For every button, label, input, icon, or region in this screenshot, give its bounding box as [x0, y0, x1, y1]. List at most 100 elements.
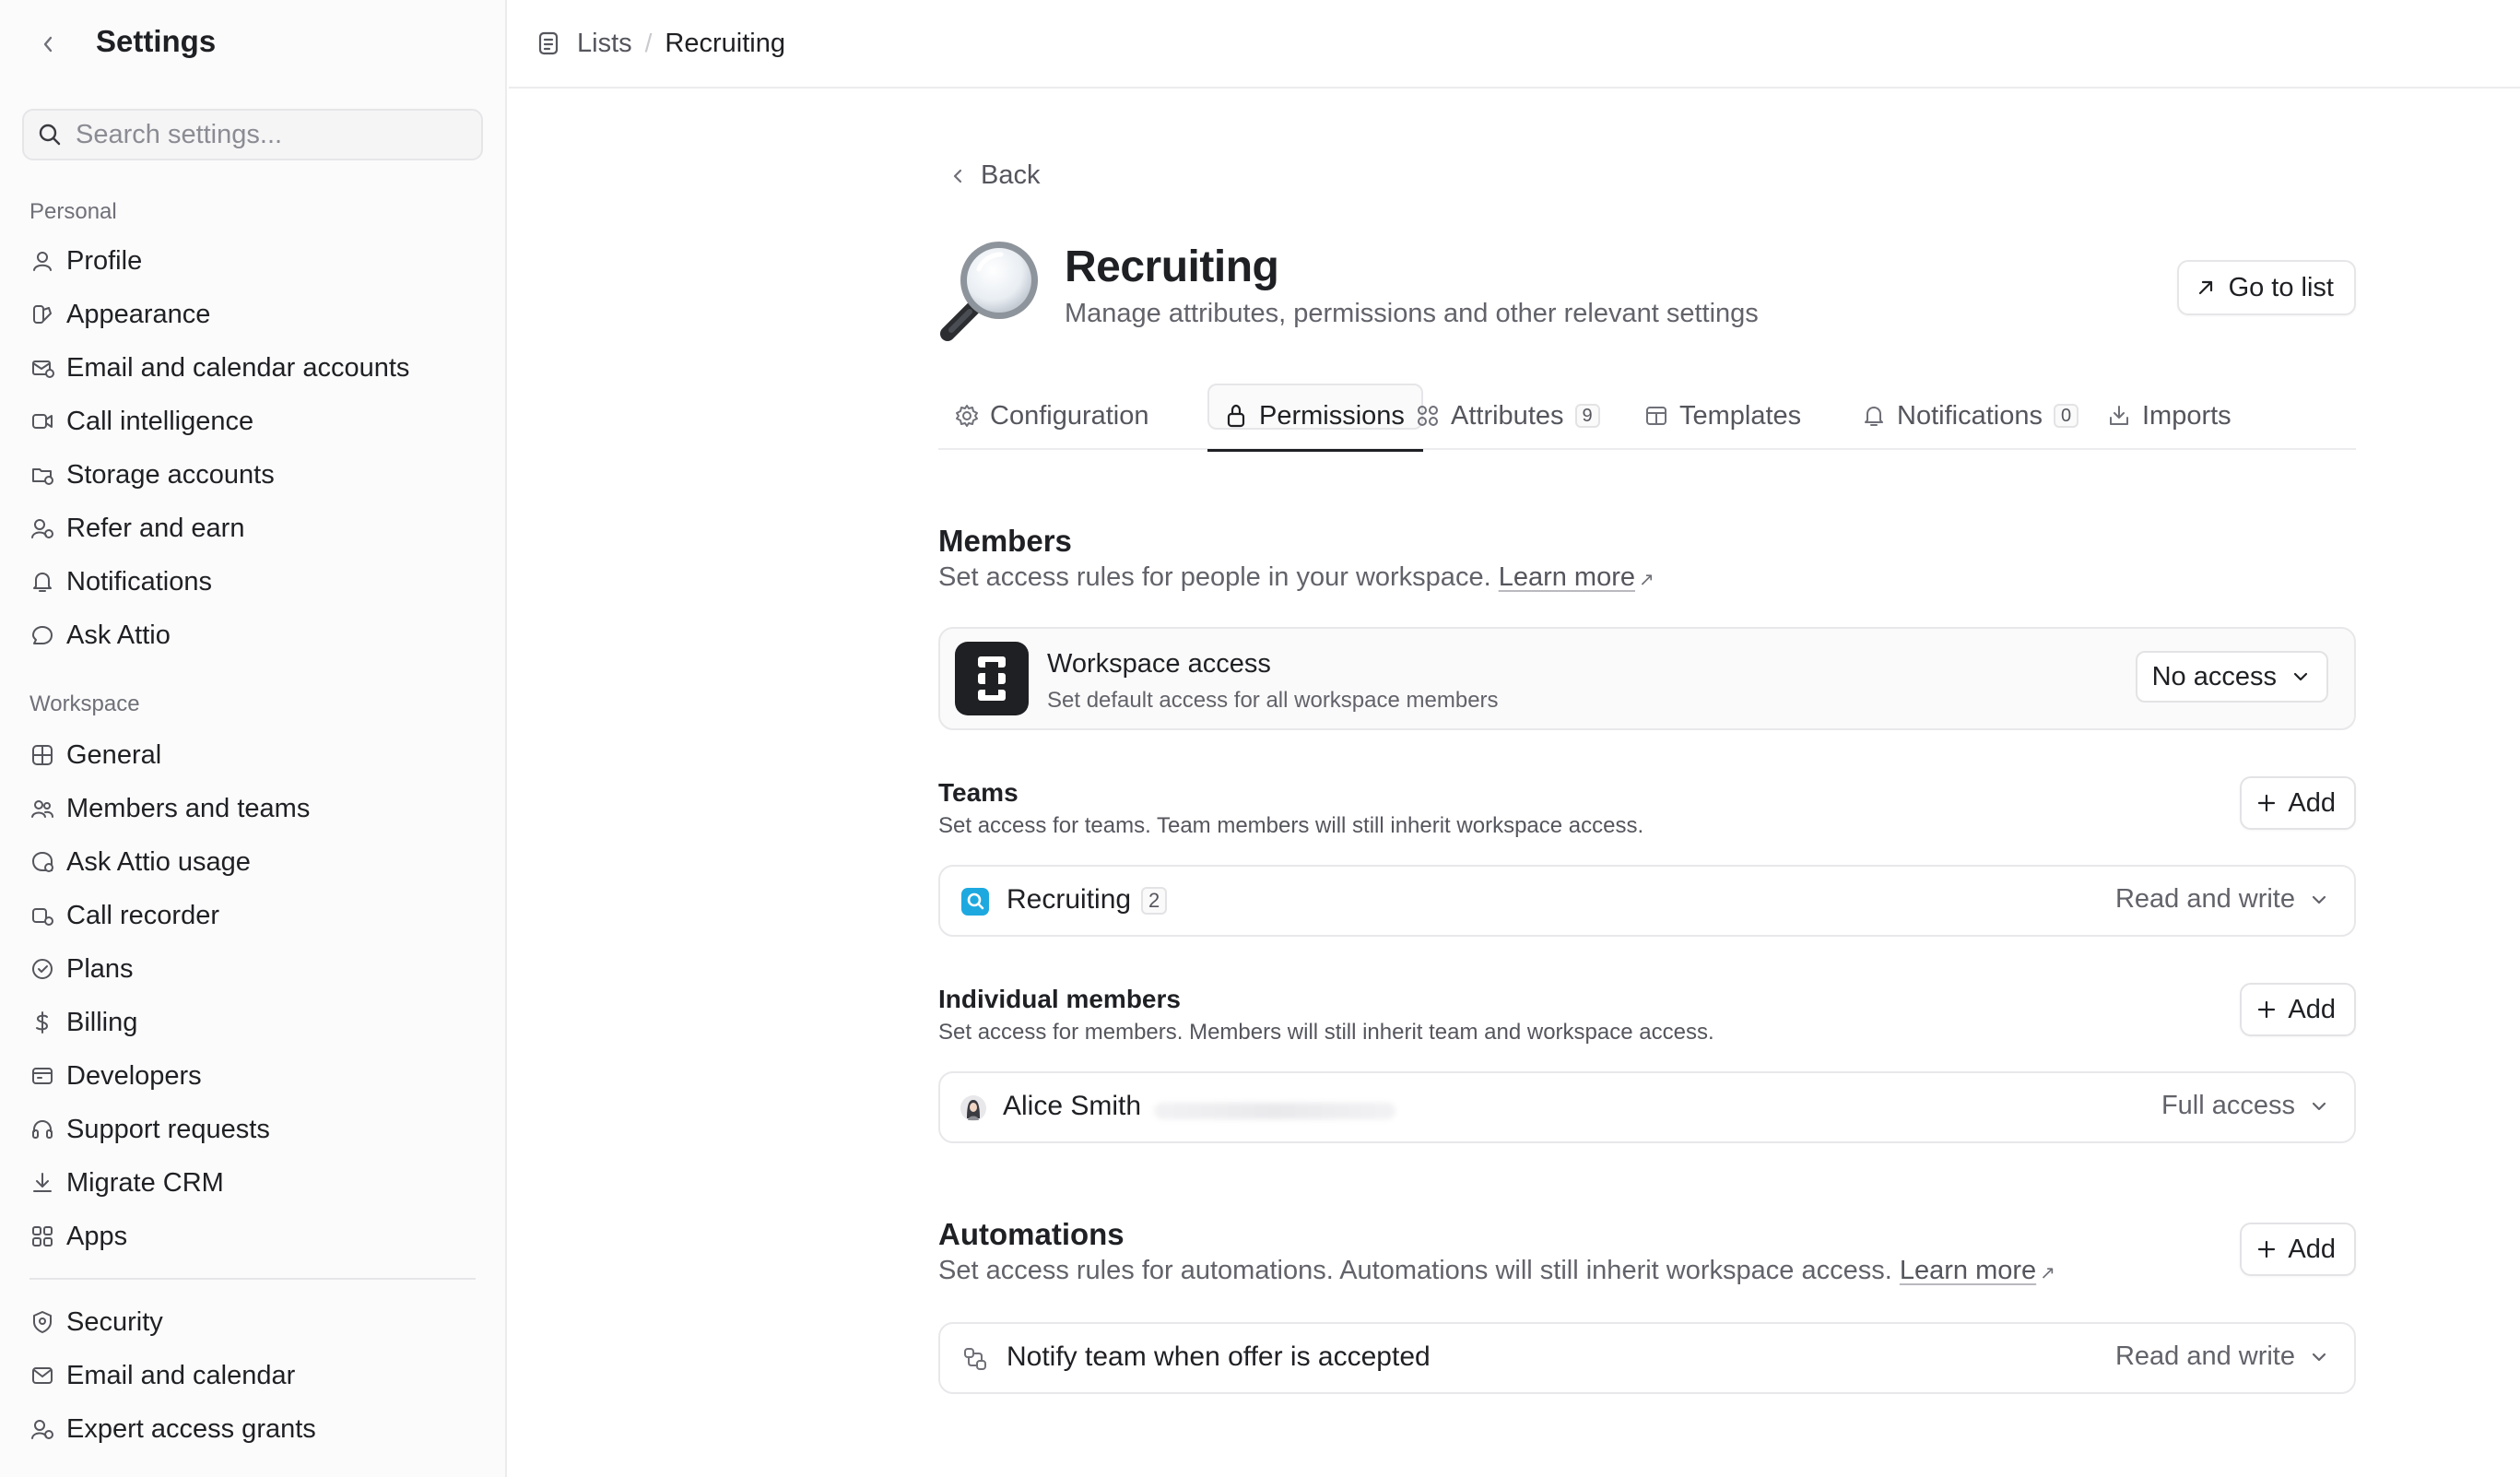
headset-icon: [29, 1117, 55, 1142]
automations-learn-more-link[interactable]: Learn more: [1900, 1256, 2036, 1285]
sidebar-item-label: Members and teams: [66, 793, 311, 823]
sidebar-item-notifications[interactable]: Notifications: [22, 557, 483, 607]
sidebar-item-label: Refer and earn: [66, 513, 245, 543]
individual-members-description: Set access for members. Members will sti…: [938, 1020, 1714, 1045]
sidebar-item-label: Apps: [66, 1221, 128, 1251]
page-subtitle: Manage attributes, permissions and other…: [1065, 299, 1759, 328]
chat-bubble-icon: [29, 622, 55, 648]
team-access-value: Read and write: [2114, 884, 2295, 914]
members-section-description: Set access rules for people in your work…: [938, 562, 1654, 593]
tab-templates[interactable]: Templates: [1643, 382, 1801, 450]
automations-description-text: Set access rules for automations. Automa…: [938, 1256, 1892, 1285]
sidebar-item-label: Ask Attio usage: [66, 846, 251, 877]
settings-sidebar: Settings Personal Profile Appearance Ema…: [0, 0, 507, 1477]
sidebar-item-ask-attio[interactable]: Ask Attio: [22, 610, 483, 660]
tab-count-badge: 9: [1574, 404, 1600, 428]
chevron-left-icon: [43, 36, 53, 53]
tab-permissions[interactable]: Permissions: [1207, 382, 1423, 452]
plus-icon: [2258, 1240, 2276, 1258]
breadcrumb-lists[interactable]: Lists: [577, 29, 632, 59]
search-box[interactable]: [22, 109, 483, 160]
section-label-workspace: Workspace: [29, 691, 140, 716]
breadcrumb: Lists / Recruiting: [509, 0, 2520, 89]
sidebar-item-developers[interactable]: Developers: [22, 1051, 483, 1101]
add-team-button[interactable]: Add: [2240, 776, 2356, 830]
sidebar-item-plans[interactable]: Plans: [22, 944, 483, 994]
sidebar-back-button[interactable]: [35, 30, 61, 59]
member-access-select[interactable]: Full access: [2161, 1091, 2328, 1121]
bell-icon: [29, 569, 55, 595]
sidebar-item-email-calendar-accounts[interactable]: Email and calendar accounts: [22, 343, 483, 393]
sidebar-item-refer-and-earn[interactable]: Refer and earn: [22, 503, 483, 553]
members-section-title: Members: [938, 524, 1072, 558]
redacted-email: [1154, 1103, 1395, 1119]
add-member-button[interactable]: Add: [2240, 983, 2356, 1036]
add-automation-button[interactable]: Add: [2240, 1223, 2356, 1276]
gear-icon: [953, 402, 981, 430]
go-to-list-button[interactable]: Go to list: [2176, 260, 2356, 315]
automations-section-title: Automations: [938, 1217, 1125, 1251]
tab-imports[interactable]: Imports: [2105, 382, 2231, 450]
workspace-logo: [955, 642, 1029, 715]
sidebar-item-email-and-calendar[interactable]: Email and calendar: [22, 1351, 483, 1400]
breadcrumb-separator: /: [644, 29, 653, 57]
recorder-icon: [29, 903, 55, 928]
chevron-down-icon: [2310, 1351, 2328, 1364]
sidebar-item-profile[interactable]: Profile: [22, 236, 483, 286]
video-icon: [29, 408, 55, 434]
sidebar-item-call-recorder[interactable]: Call recorder: [22, 891, 483, 940]
back-button[interactable]: Back: [951, 160, 1040, 191]
mail-calendar-icon: [29, 355, 55, 381]
sidebar-item-migrate-crm[interactable]: Migrate CRM: [22, 1158, 483, 1208]
workspace-access-card: Workspace access Set default access for …: [938, 627, 2356, 730]
sidebar-item-billing[interactable]: Billing: [22, 998, 483, 1047]
sidebar-item-label: Call recorder: [66, 900, 219, 930]
sidebar-item-appearance[interactable]: Appearance: [22, 289, 483, 339]
sidebar-divider: [29, 1278, 476, 1280]
sidebar-item-label: Billing: [66, 1007, 138, 1037]
lock-icon: [1222, 402, 1250, 430]
members-learn-more-link[interactable]: Learn more: [1499, 562, 1635, 592]
workspace-access-value: No access: [2151, 661, 2277, 691]
sidebar-item-apps[interactable]: Apps: [22, 1211, 483, 1261]
back-label: Back: [981, 160, 1041, 190]
sidebar-item-label: Email and calendar accounts: [66, 352, 410, 383]
sidebar-item-label: Profile: [66, 245, 143, 276]
workflow-icon: [960, 1344, 990, 1374]
download-icon: [29, 1170, 55, 1196]
tab-label: Notifications: [1897, 400, 2043, 431]
templates-icon: [1643, 402, 1670, 430]
sidebar-item-security[interactable]: Security: [22, 1297, 483, 1347]
workspace-access-subtitle: Set default access for all workspace mem…: [1047, 688, 1499, 713]
sidebar-item-label: Security: [66, 1306, 163, 1337]
sidebar-item-expert-access-grants[interactable]: Expert access grants: [22, 1404, 483, 1454]
sidebar-item-ask-attio-usage[interactable]: Ask Attio usage: [22, 837, 483, 887]
active-tab-underline: [1207, 449, 1423, 452]
dollar-icon: [29, 1010, 55, 1035]
chevron-left-icon: [953, 169, 962, 183]
page-title: Recruiting: [1065, 242, 1279, 291]
team-access-select[interactable]: Read and write: [2115, 884, 2328, 915]
sidebar-item-storage-accounts[interactable]: Storage accounts: [22, 450, 483, 500]
chevron-down-icon: [2291, 670, 2310, 683]
magnifying-glass-icon: [940, 242, 1038, 341]
workspace-access-select[interactable]: No access: [2135, 651, 2328, 703]
avatar: [959, 1093, 988, 1123]
sidebar-item-members-and-teams[interactable]: Members and teams: [22, 784, 483, 833]
add-label: Add: [2288, 1234, 2336, 1264]
tab-notifications[interactable]: Notifications 0: [1860, 382, 2079, 450]
sidebar-item-support-requests[interactable]: Support requests: [22, 1105, 483, 1154]
sidebar-item-call-intelligence[interactable]: Call intelligence: [22, 396, 483, 446]
search-input[interactable]: [76, 119, 463, 150]
tab-configuration[interactable]: Configuration: [953, 382, 1149, 450]
sidebar-item-general[interactable]: General: [22, 730, 483, 780]
automation-access-select[interactable]: Read and write: [2115, 1341, 2328, 1372]
members-description-text: Set access rules for people in your work…: [938, 562, 1491, 592]
search-icon: [39, 124, 61, 146]
sidebar-item-label: Notifications: [66, 566, 212, 597]
automation-access-value: Read and write: [2114, 1341, 2295, 1371]
automations-section-description: Set access rules for automations. Automa…: [938, 1256, 2055, 1286]
tab-label: Permissions: [1259, 400, 1405, 431]
tab-attributes[interactable]: Attributes 9: [1414, 382, 1600, 450]
list-icon: [535, 29, 564, 58]
